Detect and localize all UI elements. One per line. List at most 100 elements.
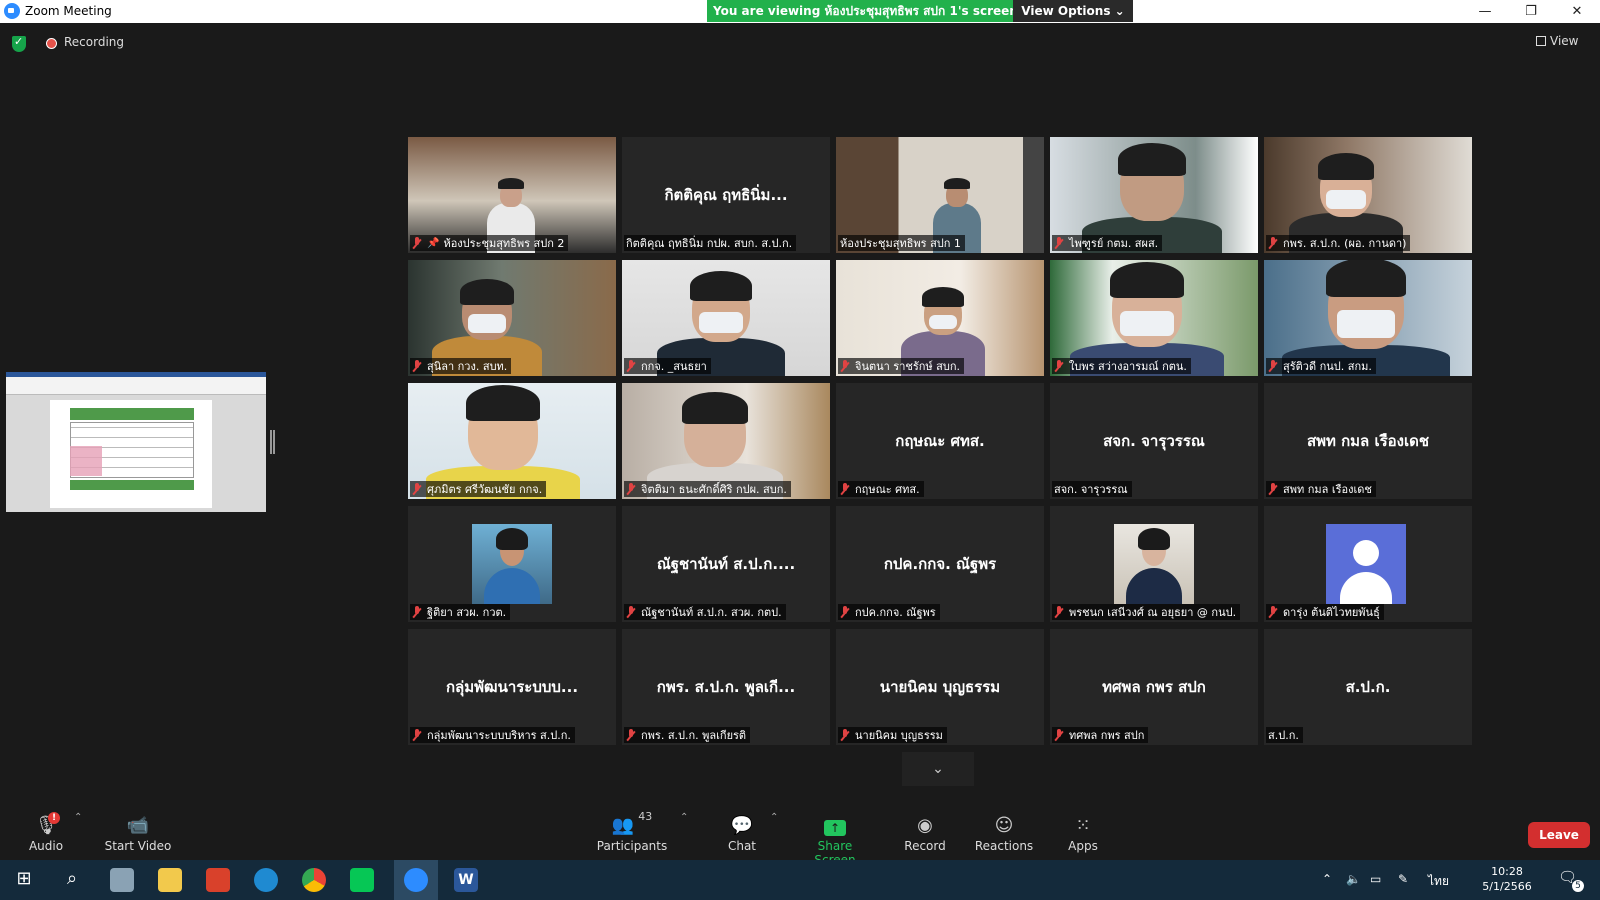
- apps-label: Apps: [1068, 839, 1098, 853]
- participant-name-label: กพร. ส.ป.ก. พูลเกียรติ: [624, 727, 751, 743]
- participant-tile[interactable]: สุนิลา กวง. สบท.: [408, 260, 616, 376]
- participant-name-label: กฤษณะ ศทส.: [838, 481, 924, 497]
- participant-name-label: ดารุ่ง ต้นติไวทยพันธุ์: [1266, 604, 1384, 620]
- participant-tile[interactable]: กกจ. _สนธยา: [622, 260, 830, 376]
- zoom-taskbar-icon[interactable]: [404, 868, 428, 892]
- participant-display-name: กิตติคุณ ฤทธินิ่ม...: [664, 186, 788, 204]
- profile-photo: [472, 524, 552, 604]
- participant-tile[interactable]: ห้องประชุมสุทธิพร สปก 1: [836, 137, 1044, 253]
- participant-name-text: กพร. ส.ป.ก. (ผอ. กานดา): [1283, 237, 1407, 250]
- participants-label: Participants: [596, 839, 668, 853]
- chat-options-caret[interactable]: ⌃: [770, 812, 778, 823]
- participant-tile[interactable]: กลุ่มพัฒนาระบบบ... กลุ่มพัฒนาระบบบริหาร ส…: [408, 629, 616, 745]
- participants-button[interactable]: 👥 43 Participants: [594, 806, 670, 860]
- participant-tile[interactable]: ฐิติยา สวผ. กวต.: [408, 506, 616, 622]
- close-button[interactable]: ✕: [1554, 0, 1600, 23]
- participant-tile[interactable]: จิตติมา ธนะศักดิ์ศิริ กปผ. สบก.: [622, 383, 830, 499]
- participant-name-text: ไพฑูรย์ กตม. สผส.: [1069, 237, 1159, 250]
- doc-footer-band: [70, 480, 194, 490]
- line-app-icon[interactable]: [350, 868, 374, 892]
- participant-tile[interactable]: จินตนา ราชรักษ์ สบก.: [836, 260, 1044, 376]
- chat-button[interactable]: 💬 Chat: [718, 806, 766, 860]
- participant-tile[interactable]: ศุภมิตร ศรีวัฒนชัย กกจ.: [408, 383, 616, 499]
- face-mask: [698, 311, 744, 334]
- view-options-button[interactable]: View Options ⌄: [1013, 0, 1133, 22]
- muted-microphone-icon: [1268, 237, 1278, 249]
- reactions-button[interactable]: ☺ Reactions: [972, 806, 1036, 860]
- participant-tile[interactable]: ไพฑูรย์ กตม. สผส.: [1050, 137, 1258, 253]
- start-video-button[interactable]: 📹 Start Video: [100, 806, 176, 860]
- tray-chevron-icon[interactable]: ⌃: [1322, 872, 1332, 886]
- participant-name-text: ศุภมิตร ศรีวัฒนชัย กกจ.: [427, 483, 543, 496]
- doc-header-band: [70, 408, 194, 420]
- muted-microphone-icon: [1054, 729, 1064, 741]
- participant-tile[interactable]: 📌 ห้องประชุมสุทธิพร สปก 2: [408, 137, 616, 253]
- gallery-next-page-button[interactable]: ⌄: [902, 752, 974, 786]
- leave-button[interactable]: Leave: [1528, 822, 1590, 848]
- network-icon[interactable]: ▭: [1370, 872, 1381, 886]
- participants-icon-wrap: 👥 43: [594, 806, 670, 836]
- files-app-icon[interactable]: [110, 868, 134, 892]
- chevron-down-icon: ⌄: [932, 761, 944, 777]
- participant-display-name: กพร. ส.ป.ก. พูลเกี...: [656, 678, 796, 696]
- taskbar-clock[interactable]: 10:28 5/1/2566: [1474, 864, 1540, 894]
- view-button[interactable]: View: [1536, 34, 1578, 48]
- language-indicator[interactable]: ไทย: [1428, 872, 1449, 891]
- face-mask: [1326, 190, 1366, 210]
- office-icon[interactable]: [206, 868, 230, 892]
- participant-tile[interactable]: กิตติคุณ ฤทธินิ่ม... กิตติคุณ ฤทธินิ่ม กป…: [622, 137, 830, 253]
- participant-tile[interactable]: กพร. ส.ป.ก. (ผอ. กานดา): [1264, 137, 1472, 253]
- participant-tile[interactable]: ณัฐชานันท์ ส.ป.ก.... ณัฐชานันท์ ส.ป.ก. สว…: [622, 506, 830, 622]
- muted-microphone-icon: [1054, 237, 1064, 249]
- participant-name-text: จินตนา ราชรักษ์ สบก.: [855, 360, 961, 373]
- participant-tile[interactable]: ทศพล กพร สปก ทศพล กพร สปก: [1050, 629, 1258, 745]
- participant-name-text: กลุ่มพัฒนาระบบบริหาร ส.ป.ก.: [427, 729, 571, 742]
- participant-name-label: สุรัติวดี กนป. สกม.: [1266, 358, 1376, 374]
- audio-alert-badge: !: [48, 812, 60, 824]
- muted-microphone-icon: [626, 360, 636, 372]
- edge-browser-icon[interactable]: [254, 868, 278, 892]
- participant-tile[interactable]: สุรัติวดี กนป. สกม.: [1264, 260, 1472, 376]
- participant-tile[interactable]: ใบพร สว่างอารมณ์ กตน.: [1050, 260, 1258, 376]
- shared-screen-thumbnail[interactable]: [6, 372, 266, 512]
- muted-microphone-icon: [840, 483, 850, 495]
- apps-icon: ⁙: [1075, 815, 1091, 836]
- recording-label[interactable]: Recording: [64, 35, 124, 49]
- participant-tile[interactable]: สพท กมล เรืองเดช สพท กมล เรืองเดช: [1264, 383, 1472, 499]
- share-screen-button[interactable]: ↑ Share Screen: [796, 806, 874, 867]
- participant-display-name: สพท กมล เรืองเดช: [1306, 432, 1430, 450]
- restore-button[interactable]: ❐: [1508, 0, 1554, 23]
- participant-name-text: กพร. ส.ป.ก. พูลเกียรติ: [641, 729, 747, 742]
- participant-display-name: กปค.กกจ. ณัฐพร: [883, 555, 997, 573]
- person-hair: [922, 287, 964, 307]
- security-shield-icon[interactable]: [12, 35, 26, 52]
- chrome-browser-icon[interactable]: [302, 868, 326, 892]
- participant-tile[interactable]: นายนิคม บุญธรรม นายนิคม บุญธรรม: [836, 629, 1044, 745]
- pen-icon[interactable]: ✎: [1398, 872, 1408, 886]
- file-explorer-icon[interactable]: [158, 868, 182, 892]
- profile-photo: [1114, 524, 1194, 604]
- windows-start-icon[interactable]: ⊞: [12, 868, 36, 892]
- minimize-button[interactable]: —: [1462, 0, 1508, 23]
- audio-options-caret[interactable]: ⌃: [74, 812, 82, 823]
- participant-tile[interactable]: กปค.กกจ. ณัฐพร กปค.กกจ. ณัฐพร: [836, 506, 1044, 622]
- participants-options-caret[interactable]: ⌃: [680, 812, 688, 823]
- participant-tile[interactable]: พรชนก เสนีวงศ์ ณ อยุธยา @ กนป.: [1050, 506, 1258, 622]
- panel-resize-handle[interactable]: [270, 430, 275, 454]
- participant-tile[interactable]: สจก. จารุวรรณ สจก. จารุวรรณ: [1050, 383, 1258, 499]
- participant-name-label: ไพฑูรย์ กตม. สผส.: [1052, 235, 1163, 251]
- record-button[interactable]: ◉ Record: [900, 806, 950, 860]
- word-app-icon[interactable]: W: [454, 868, 478, 892]
- participant-tile[interactable]: กพร. ส.ป.ก. พูลเกี... กพร. ส.ป.ก. พูลเกีย…: [622, 629, 830, 745]
- participant-tile[interactable]: กฤษณะ ศทส. กฤษณะ ศทส.: [836, 383, 1044, 499]
- audio-button[interactable]: 🎙 Audio: [20, 806, 72, 860]
- apps-button[interactable]: ⁙ Apps: [1062, 806, 1104, 860]
- volume-icon[interactable]: 🔈: [1346, 872, 1361, 886]
- participant-name-label: สพท กมล เรืองเดช: [1266, 481, 1376, 497]
- participant-tile[interactable]: ส.ป.ก. ส.ป.ก.: [1264, 629, 1472, 745]
- person-hair: [1110, 262, 1184, 298]
- search-icon[interactable]: ⌕: [60, 868, 84, 892]
- muted-microphone-icon: [1054, 360, 1064, 372]
- participant-tile[interactable]: ดารุ่ง ต้นติไวทยพันธุ์: [1264, 506, 1472, 622]
- participant-name-label: ห้องประชุมสุทธิพร สปก 1: [838, 235, 965, 251]
